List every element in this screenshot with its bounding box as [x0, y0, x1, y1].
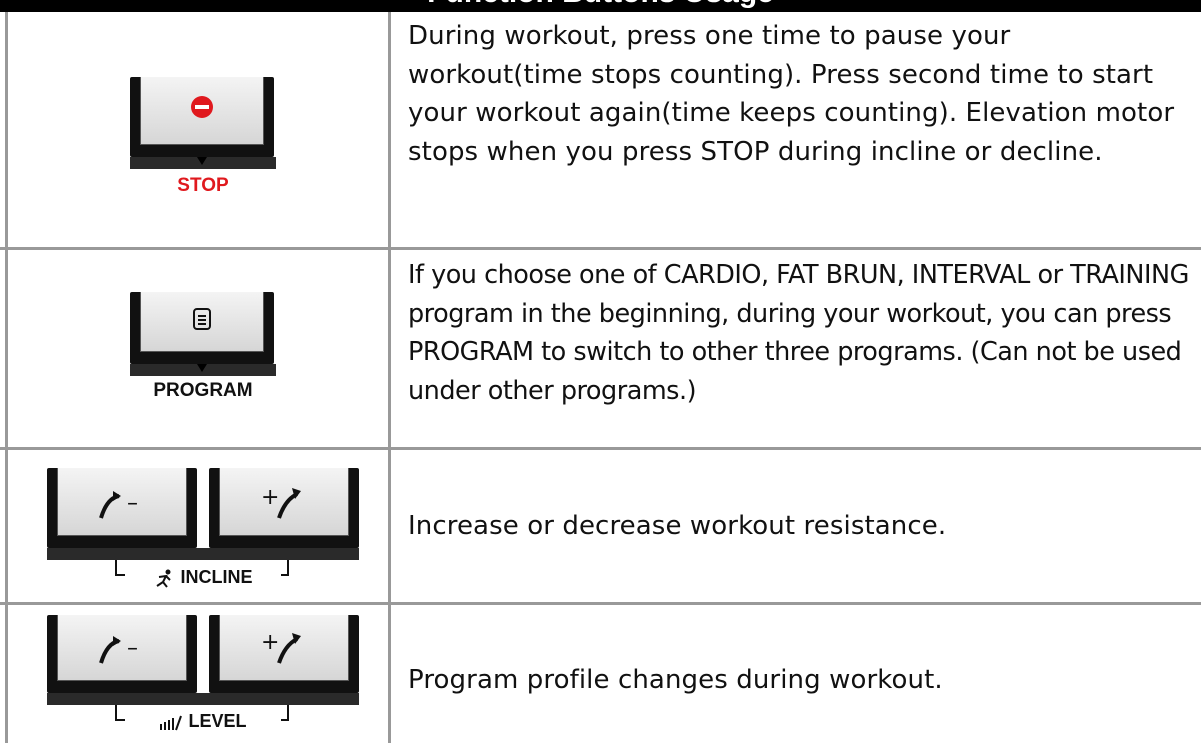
table-header-title: Function Buttons Usage — [0, 0, 1201, 8]
stop-description: During workout, press one time to pause … — [408, 21, 1175, 167]
incline-description: Increase or decrease workout resistance. — [408, 511, 947, 541]
program-icon — [193, 308, 211, 330]
table-row-incline: – + INCLINE — [12, 450, 388, 602]
incline-down-icon: – — [99, 491, 138, 519]
level-down-icon: – — [99, 636, 138, 664]
level-bars-icon — [160, 715, 183, 730]
table-row-level: – + LEVEL — [12, 605, 388, 743]
table-row-stop: STOP — [12, 12, 388, 247]
runner-icon — [156, 569, 172, 588]
level-up-icon: + — [261, 631, 301, 664]
program-label: PROGRAM — [153, 380, 253, 401]
key-strip — [47, 548, 359, 560]
key-strip — [47, 693, 359, 705]
arrow-down-icon — [197, 157, 207, 165]
level-up-button[interactable]: + — [209, 615, 359, 693]
incline-up-button[interactable]: + — [209, 468, 359, 548]
level-group-label: LEVEL — [125, 711, 281, 735]
level-description: Program profile changes during workout. — [408, 665, 943, 695]
svg-text:+: + — [261, 631, 279, 655]
svg-text:+: + — [261, 486, 279, 510]
svg-text:–: – — [127, 636, 138, 661]
incline-group-label: INCLINE — [125, 567, 281, 591]
table-left-border — [5, 12, 8, 743]
program-description: If you choose one of CARDIO, FAT BRUN, I… — [408, 260, 1189, 406]
svg-text:–: – — [127, 491, 138, 516]
stop-circle-icon — [191, 96, 213, 118]
program-button[interactable] — [130, 292, 274, 364]
column-divider — [388, 12, 391, 743]
table-row-program: PROGRAM — [12, 250, 388, 447]
arrow-down-icon — [197, 364, 207, 372]
table-header-bar: Function Buttons Usage — [0, 0, 1201, 12]
manual-page: Function Buttons Usage STOP During worko… — [0, 0, 1201, 743]
level-down-button[interactable]: – — [47, 615, 197, 693]
incline-down-button[interactable]: – — [47, 468, 197, 548]
stop-label: STOP — [177, 175, 229, 196]
incline-up-icon: + — [261, 486, 301, 519]
stop-button[interactable] — [130, 77, 274, 157]
